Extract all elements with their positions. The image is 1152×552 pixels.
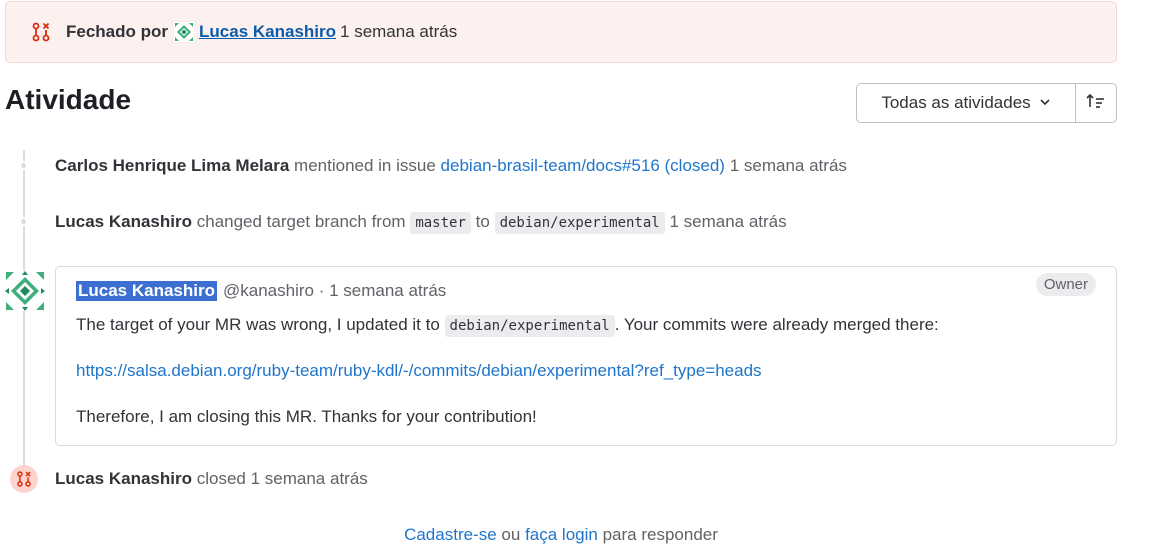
event-to-word: to [475, 212, 490, 231]
owner-badge: Owner [1035, 273, 1096, 296]
login-link[interactable]: faça login [525, 525, 598, 544]
closed-by-user-link[interactable]: Lucas Kanashiro [199, 22, 336, 42]
chevron-down-icon [1039, 93, 1051, 113]
event-author[interactable]: Carlos Henrique Lima Melara [55, 156, 289, 175]
comment-note: Lucas Kanashiro @kanashiro · 1 semana at… [55, 266, 1117, 446]
note-time[interactable]: 1 semana atrás [329, 281, 446, 301]
note-paragraph: The target of your MR was wrong, I updat… [76, 315, 939, 337]
closed-by-label: Fechado por [66, 22, 169, 41]
event-time: 1 semana atrás [669, 212, 787, 231]
commits-link[interactable]: https://salsa.debian.org/ruby-team/ruby-… [76, 361, 762, 380]
note-branch-code: debian/experimental [444, 315, 615, 337]
closed-time: 1 semana atrás [340, 22, 458, 41]
activity-filter: Todas as atividades [856, 83, 1117, 123]
note-separator: · [318, 281, 325, 300]
comment-author-avatar[interactable] [5, 271, 45, 311]
timeline-dot [19, 161, 28, 170]
branch-to: debian/experimental [494, 212, 665, 234]
note-header: Lucas Kanashiro @kanashiro · 1 semana at… [76, 281, 1096, 301]
branch-from: master [410, 212, 471, 234]
activity-filter-dropdown[interactable]: Todas as atividades [857, 84, 1076, 122]
event-author[interactable]: Lucas Kanashiro [55, 212, 192, 231]
system-note-mention: Carlos Henrique Lima Melara mentioned in… [55, 156, 847, 176]
system-note-closed: Lucas Kanashiro closed 1 semana atrás [55, 469, 368, 489]
merge-request-closed-icon [10, 465, 38, 493]
reply-prompt: Cadastre-se ou faça login para responder [0, 525, 1122, 545]
note-closing-paragraph: Therefore, I am closing this MR. Thanks … [76, 407, 537, 426]
note-link-paragraph: https://salsa.debian.org/ruby-team/ruby-… [76, 361, 762, 381]
event-time: 1 semana atrás [250, 469, 368, 488]
activity-filter-label: Todas as atividades [881, 93, 1031, 112]
event-action: changed target branch from [196, 212, 406, 231]
merge-request-closed-banner: Fechado por Lucas Kanashiro 1 semana atr… [5, 1, 1117, 63]
activity-title: Atividade [5, 84, 132, 115]
note-author[interactable]: Lucas Kanashiro [76, 281, 217, 301]
user-avatar-icon[interactable] [174, 22, 195, 42]
event-author[interactable]: Lucas Kanashiro [55, 469, 192, 488]
system-note-branch-change: Lucas Kanashiro changed target branch fr… [55, 212, 787, 234]
sort-ascending-icon [1086, 92, 1106, 115]
footer-suffix: para responder [602, 525, 718, 544]
note-handle[interactable]: @kanashiro [223, 281, 314, 301]
note-text: . Your commits were already merged there… [614, 315, 939, 334]
sort-order-button[interactable] [1076, 84, 1116, 122]
timeline-dot [19, 217, 28, 226]
event-action: mentioned in issue [294, 156, 436, 175]
register-link[interactable]: Cadastre-se [404, 525, 497, 544]
event-action: closed [196, 469, 246, 488]
issue-link[interactable]: debian-brasil-team/docs#516 (closed) [441, 156, 725, 175]
footer-or: ou [501, 525, 521, 544]
note-text: The target of your MR was wrong, I updat… [76, 315, 440, 334]
event-time: 1 semana atrás [729, 156, 847, 175]
merge-request-closed-icon [30, 21, 52, 43]
